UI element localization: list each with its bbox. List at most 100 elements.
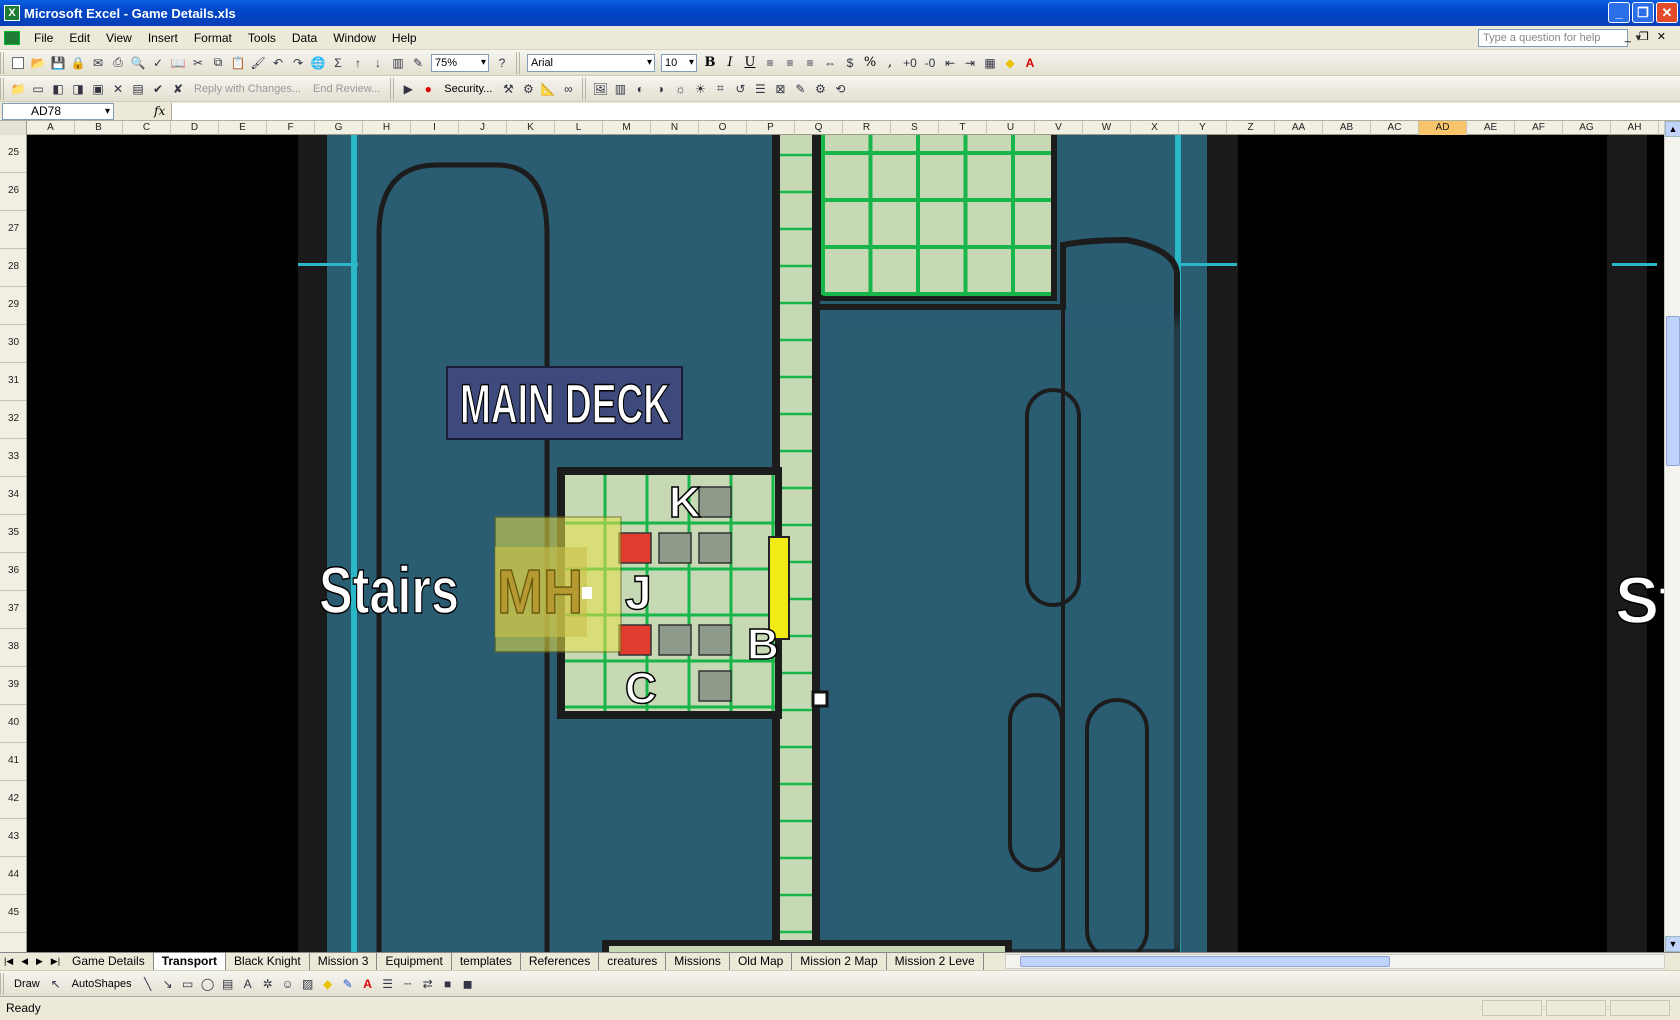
font-size-select[interactable]: 10 xyxy=(661,53,697,72)
horizontal-scrollbar[interactable] xyxy=(1005,954,1665,969)
column-header-af[interactable]: AF xyxy=(1515,121,1563,135)
row-header-43[interactable]: 43 xyxy=(0,819,26,857)
research-icon[interactable]: 📖 xyxy=(169,54,187,72)
row-header-32[interactable]: 32 xyxy=(0,401,26,439)
open-icon[interactable]: 📂 xyxy=(29,54,47,72)
column-header-x[interactable]: X xyxy=(1131,121,1179,135)
row-header-40[interactable]: 40 xyxy=(0,705,26,743)
prev-sheet-icon[interactable]: ◀ xyxy=(21,956,28,967)
vertical-scrollbar[interactable]: ▲ ▼ xyxy=(1664,121,1680,952)
next-sheet-icon[interactable]: ▶ xyxy=(36,956,43,967)
column-header-a[interactable]: A xyxy=(27,121,75,135)
row-header-35[interactable]: 35 xyxy=(0,515,26,553)
format-picture-icon[interactable]: ⚙ xyxy=(811,80,829,98)
shadow-icon[interactable]: ■ xyxy=(439,975,457,993)
sort-descending-icon[interactable]: ↓ xyxy=(369,54,387,72)
menu-edit[interactable]: Edit xyxy=(61,31,98,45)
permission-icon[interactable]: 🔒 xyxy=(69,54,87,72)
tab-creatures[interactable]: creatures xyxy=(599,953,667,970)
column-header-j[interactable]: J xyxy=(459,121,507,135)
row-header-26[interactable]: 26 xyxy=(0,173,26,211)
tab-transport[interactable]: Transport xyxy=(153,953,227,970)
oval-icon[interactable]: ◯ xyxy=(199,975,217,993)
tab-references[interactable]: References xyxy=(521,953,600,970)
contrast-down-icon[interactable]: ◑ xyxy=(651,80,669,98)
scroll-up-arrow-icon[interactable]: ▲ xyxy=(1665,121,1680,137)
reply-with-changes-button[interactable]: Reply with Changes... xyxy=(188,83,307,95)
italic-button[interactable]: I xyxy=(720,54,740,72)
column-header-d[interactable]: D xyxy=(171,121,219,135)
underline-button[interactable]: U xyxy=(740,54,760,72)
column-header-ab[interactable]: AB xyxy=(1323,121,1371,135)
new-icon[interactable] xyxy=(9,54,27,72)
show-comments-icon[interactable]: ▣ xyxy=(89,80,107,98)
column-header-aa[interactable]: AA xyxy=(1275,121,1323,135)
tab-old-map[interactable]: Old Map xyxy=(730,953,793,970)
column-header-u[interactable]: U xyxy=(987,121,1035,135)
document-window-controls[interactable]: _❐✕ xyxy=(1625,30,1674,43)
undo-icon[interactable]: ↶ xyxy=(269,54,287,72)
fill-color-draw-icon[interactable]: ◆ xyxy=(319,975,337,993)
currency-icon[interactable]: $ xyxy=(841,54,859,72)
column-header-b[interactable]: B xyxy=(75,121,123,135)
crop-icon[interactable]: ⌗ xyxy=(711,80,729,98)
column-header-f[interactable]: F xyxy=(267,121,315,135)
autosum-icon[interactable]: Σ xyxy=(329,54,347,72)
tab-black-knight[interactable]: Black Knight xyxy=(226,953,310,970)
select-objects-icon[interactable]: ↖ xyxy=(47,975,65,993)
column-header-e[interactable]: E xyxy=(219,121,267,135)
row-header-25[interactable]: 25 xyxy=(0,135,26,173)
design-mode-icon[interactable]: 📐 xyxy=(539,80,557,98)
increase-indent-icon[interactable]: ⇥ xyxy=(961,54,979,72)
script-editor-icon[interactable]: ∞ xyxy=(559,80,577,98)
next-comment-icon[interactable]: ◨ xyxy=(69,80,87,98)
column-header-c[interactable]: C xyxy=(123,121,171,135)
dash-style-icon[interactable]: ┄ xyxy=(399,975,417,993)
print-preview-icon[interactable]: 🔍 xyxy=(129,54,147,72)
column-header-v[interactable]: V xyxy=(1035,121,1083,135)
picture-icon[interactable]: 🖼 xyxy=(591,80,609,98)
name-box[interactable]: AD78 xyxy=(2,102,114,120)
increase-decimal-icon[interactable]: +0 xyxy=(901,54,919,72)
column-header-l[interactable]: L xyxy=(555,121,603,135)
row-header-29[interactable]: 29 xyxy=(0,287,26,325)
drawing-icon[interactable]: ✎ xyxy=(409,54,427,72)
align-left-icon[interactable]: ≡ xyxy=(761,54,779,72)
column-header-z[interactable]: Z xyxy=(1227,121,1275,135)
save-icon[interactable]: 💾 xyxy=(49,54,67,72)
comma-button[interactable]: , xyxy=(880,54,900,72)
wordart-icon[interactable]: A xyxy=(239,975,257,993)
track-changes-icon[interactable]: ▤ xyxy=(129,80,147,98)
column-header-ag[interactable]: AG xyxy=(1563,121,1611,135)
font-select[interactable]: Arial xyxy=(527,53,655,72)
minimize-button[interactable]: _ xyxy=(1608,2,1630,23)
restore-button[interactable]: ❐ xyxy=(1632,2,1654,23)
horizontal-scroll-thumb[interactable] xyxy=(1020,956,1390,967)
print-icon[interactable]: ⎙ xyxy=(109,54,127,72)
tab-equipment[interactable]: Equipment xyxy=(377,953,452,970)
row-header-34[interactable]: 34 xyxy=(0,477,26,515)
last-sheet-icon[interactable]: ▶| xyxy=(51,956,60,967)
column-header-k[interactable]: K xyxy=(507,121,555,135)
fill-color-icon[interactable]: ◆ xyxy=(1001,54,1019,72)
copy-icon[interactable]: ⧉ xyxy=(209,54,227,72)
menu-data[interactable]: Data xyxy=(284,31,325,45)
autoshapes-menu-button[interactable]: AutoShapes xyxy=(66,978,138,990)
tab-mission-3[interactable]: Mission 3 xyxy=(310,953,378,970)
control-toolbox-icon[interactable]: ⚙ xyxy=(519,80,537,98)
menu-help[interactable]: Help xyxy=(384,31,425,45)
row-header-33[interactable]: 33 xyxy=(0,439,26,477)
row-header-38[interactable]: 38 xyxy=(0,629,26,667)
contrast-up-icon[interactable]: ◐ xyxy=(631,80,649,98)
chart-wizard-icon[interactable]: ▥ xyxy=(389,54,407,72)
help-icon[interactable]: ? xyxy=(493,54,511,72)
line-color-icon[interactable]: ✎ xyxy=(339,975,357,993)
column-header-y[interactable]: Y xyxy=(1179,121,1227,135)
column-header-t[interactable]: T xyxy=(939,121,987,135)
tab-templates[interactable]: templates xyxy=(452,953,521,970)
row-header-42[interactable]: 42 xyxy=(0,781,26,819)
row-header-44[interactable]: 44 xyxy=(0,857,26,895)
scroll-down-arrow-icon[interactable]: ▼ xyxy=(1665,936,1680,952)
font-color-draw-icon[interactable]: A xyxy=(359,975,377,993)
menu-format[interactable]: Format xyxy=(186,31,240,45)
